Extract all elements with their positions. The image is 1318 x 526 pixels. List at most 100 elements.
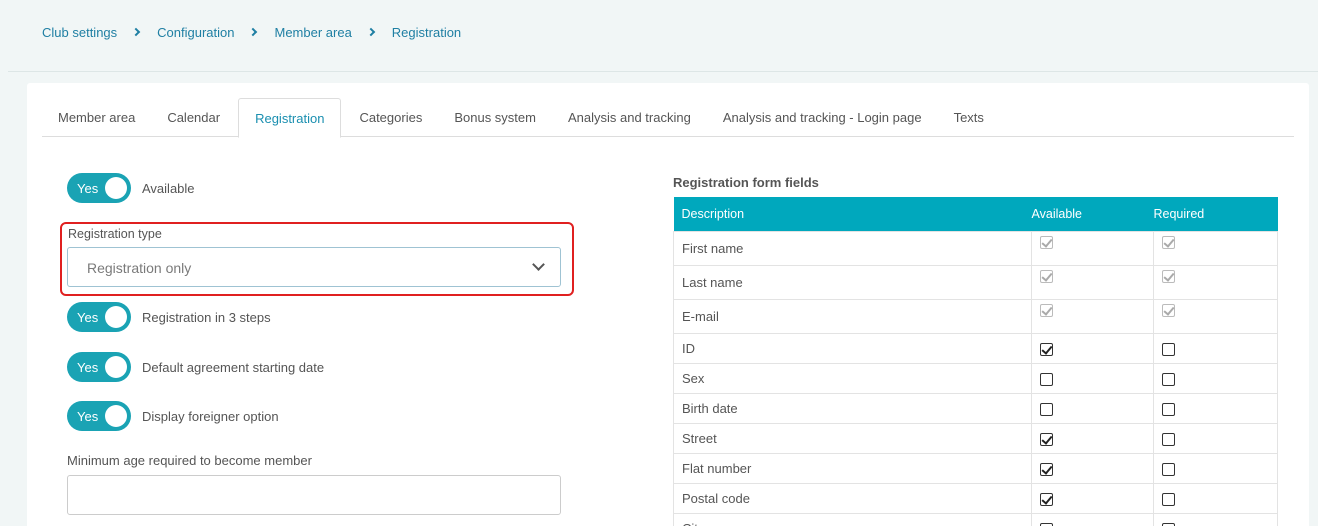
required-checkbox[interactable]	[1162, 462, 1175, 476]
available-checkbox[interactable]	[1040, 432, 1053, 446]
field-required-cell	[1153, 298, 1278, 334]
field-required-cell	[1153, 482, 1278, 514]
toggle-knob	[105, 405, 127, 427]
field-available-cell	[1031, 332, 1154, 364]
breadcrumb-configuration[interactable]: Configuration	[157, 25, 234, 40]
toggle-row-foreigner: Yes Display foreigner option	[67, 401, 279, 431]
chevron-right-icon	[249, 27, 258, 37]
field-required-cell	[1153, 512, 1278, 526]
field-available-cell	[1031, 482, 1154, 514]
breadcrumb: Club settings Configuration Member area …	[42, 24, 461, 40]
toggle-row-agreement-date: Yes Default agreement starting date	[67, 352, 324, 382]
field-available-cell	[1031, 230, 1154, 266]
foreigner-option-toggle[interactable]: Yes	[67, 401, 131, 431]
field-required-cell	[1153, 452, 1278, 484]
required-checkbox[interactable]	[1162, 492, 1175, 506]
required-checkbox[interactable]	[1162, 342, 1175, 356]
table-row: Street	[673, 422, 1278, 454]
chevron-right-icon	[131, 27, 141, 37]
header-available: Available	[1031, 206, 1083, 221]
field-description: Flat number	[673, 452, 1032, 484]
field-description: Postal code	[673, 482, 1032, 514]
toggle-knob	[105, 177, 127, 199]
fields-table: Description Available Required First nam…	[673, 197, 1278, 526]
breadcrumb-registration[interactable]: Registration	[392, 25, 461, 40]
chevron-right-icon	[366, 27, 376, 37]
available-checkbox[interactable]	[1040, 462, 1053, 476]
toggle-label: Available	[142, 180, 195, 196]
table-row: Last name	[673, 264, 1278, 300]
required-checkbox[interactable]	[1162, 372, 1175, 386]
field-required-cell	[1153, 362, 1278, 394]
toggle-label: Display foreigner option	[142, 408, 279, 424]
table-row: Sex	[673, 362, 1278, 394]
table-row: Birth date	[673, 392, 1278, 424]
tab-registration[interactable]: Registration	[238, 98, 342, 138]
available-checkbox[interactable]	[1040, 342, 1053, 356]
field-description: Street	[673, 422, 1032, 454]
table-header-row: Description Available Required	[673, 197, 1278, 231]
field-required-cell	[1153, 332, 1278, 364]
toggle-state: Yes	[77, 409, 99, 424]
tab-analysis-tracking-login[interactable]: Analysis and tracking - Login page	[707, 98, 938, 137]
chevron-down-icon	[532, 258, 545, 271]
field-available-cell	[1031, 512, 1154, 526]
available-checkbox	[1040, 303, 1053, 317]
field-description: City	[673, 512, 1032, 526]
settings-card: Member area Calendar Registration Catego…	[27, 83, 1309, 526]
field-available-cell	[1031, 264, 1154, 300]
field-description: First name	[673, 230, 1032, 266]
tab-categories[interactable]: Categories	[343, 98, 438, 137]
tab-bonus-system[interactable]: Bonus system	[438, 98, 552, 137]
available-checkbox	[1040, 235, 1053, 249]
table-row: E-mail	[673, 298, 1278, 334]
breadcrumb-member-area[interactable]: Member area	[274, 25, 351, 40]
toggle-row-3-steps: Yes Registration in 3 steps	[67, 302, 271, 332]
tab-member-area[interactable]: Member area	[42, 98, 151, 137]
available-checkbox[interactable]	[1040, 522, 1053, 526]
tab-analysis-tracking[interactable]: Analysis and tracking	[552, 98, 707, 137]
toggle-row-available: Yes Available	[67, 173, 195, 203]
field-available-cell	[1031, 298, 1154, 334]
available-toggle[interactable]: Yes	[67, 173, 131, 203]
toggle-knob	[105, 356, 127, 378]
field-available-cell	[1031, 422, 1154, 454]
toggle-knob	[105, 306, 127, 328]
field-description: ID	[673, 332, 1032, 364]
required-checkbox	[1162, 269, 1175, 283]
required-checkbox[interactable]	[1162, 402, 1175, 416]
registration-type-value: Registration only	[87, 260, 192, 276]
toggle-state: Yes	[77, 181, 99, 196]
table-row: Postal code	[673, 482, 1278, 514]
tab-bar: Member area Calendar Registration Catego…	[42, 98, 1294, 138]
tab-calendar[interactable]: Calendar	[151, 98, 236, 137]
registration-3-steps-toggle[interactable]: Yes	[67, 302, 131, 332]
table-row: City	[673, 512, 1278, 526]
registration-type-label: Registration type	[68, 227, 162, 241]
toggle-label: Default agreement starting date	[142, 359, 325, 375]
toggle-state: Yes	[77, 310, 99, 325]
toggle-label: Registration in 3 steps	[142, 309, 271, 325]
field-description: E-mail	[673, 298, 1032, 334]
table-row: First name	[673, 230, 1278, 266]
required-checkbox	[1162, 235, 1175, 249]
min-age-input[interactable]	[67, 475, 561, 515]
available-checkbox[interactable]	[1040, 402, 1053, 416]
table-row: Flat number	[673, 452, 1278, 484]
required-checkbox[interactable]	[1162, 522, 1175, 526]
fields-table-title: Registration form fields	[673, 175, 819, 190]
header-divider	[8, 71, 1318, 72]
field-required-cell	[1153, 230, 1278, 266]
available-checkbox	[1040, 269, 1053, 283]
available-checkbox[interactable]	[1040, 372, 1053, 386]
required-checkbox[interactable]	[1162, 432, 1175, 446]
toggle-state: Yes	[77, 360, 99, 375]
default-agreement-date-toggle[interactable]: Yes	[67, 352, 131, 382]
breadcrumb-club-settings[interactable]: Club settings	[42, 25, 117, 40]
available-checkbox[interactable]	[1040, 492, 1053, 506]
field-available-cell	[1031, 362, 1154, 394]
tab-texts[interactable]: Texts	[938, 98, 1000, 137]
field-available-cell	[1031, 392, 1154, 424]
registration-type-select[interactable]: Registration only	[67, 247, 561, 287]
required-checkbox	[1162, 303, 1175, 317]
